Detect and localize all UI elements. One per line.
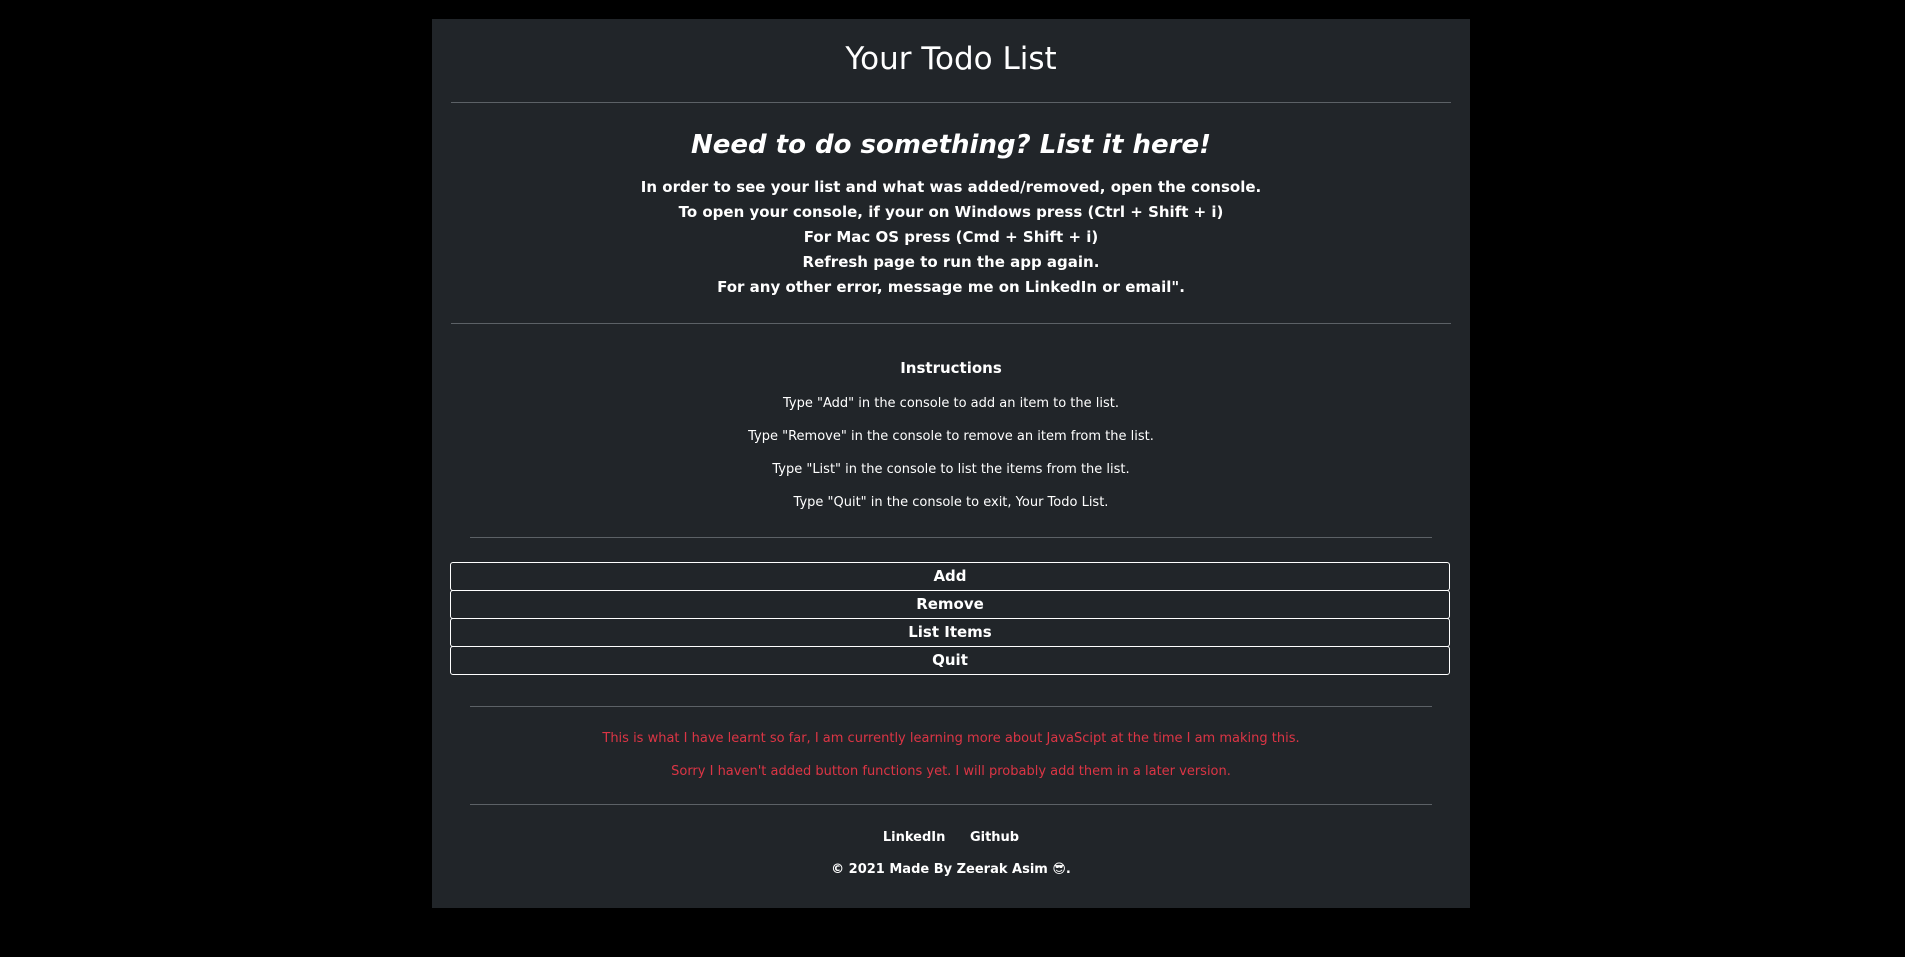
- instruction-item: Type "List" in the console to list the i…: [772, 462, 1130, 477]
- instruction-item: Type "Add" in the console to add an item…: [782, 396, 1119, 411]
- note-text: This is what I have learnt so far, I am …: [602, 731, 1300, 746]
- action-buttons: Add Remove List Items Quit: [450, 562, 1450, 675]
- divider: [470, 804, 1432, 805]
- github-link[interactable]: Github: [970, 830, 1019, 845]
- intro-text: In order to see your list and what was a…: [432, 175, 1470, 300]
- intro-heading: Need to do something? List it here!: [690, 130, 1211, 160]
- list-items-button[interactable]: List Items: [450, 618, 1450, 647]
- instruction-item: Type "Quit" in the console to exit, Your…: [793, 495, 1109, 510]
- instruction-item: Type "Remove" in the console to remove a…: [748, 429, 1154, 444]
- divider: [470, 706, 1432, 707]
- intro-line: For Mac OS press (Cmd + Shift + i): [803, 228, 1099, 246]
- intro-line: In order to see your list and what was a…: [640, 178, 1262, 196]
- divider: [470, 537, 1432, 538]
- add-button[interactable]: Add: [450, 562, 1450, 591]
- instructions-title: Instructions: [900, 359, 1002, 377]
- linkedin-link[interactable]: LinkedIn: [883, 830, 946, 845]
- divider: [451, 102, 1451, 103]
- page-title: Your Todo List: [845, 41, 1057, 77]
- quit-button[interactable]: Quit: [450, 646, 1450, 675]
- remove-button[interactable]: Remove: [450, 590, 1450, 619]
- footer-links: LinkedIn Github: [432, 830, 1470, 845]
- todo-panel: Your Todo List Need to do something? Lis…: [432, 19, 1470, 908]
- copyright-text: © 2021 Made By Zeerak Asim 😎.: [831, 862, 1071, 877]
- divider: [451, 323, 1451, 324]
- intro-line: To open your console, if your on Windows…: [678, 203, 1224, 221]
- intro-line: Refresh page to run the app again.: [802, 253, 1100, 271]
- intro-line: For any other error, message me on Linke…: [717, 278, 1185, 296]
- note-text: Sorry I haven't added button functions y…: [671, 764, 1231, 779]
